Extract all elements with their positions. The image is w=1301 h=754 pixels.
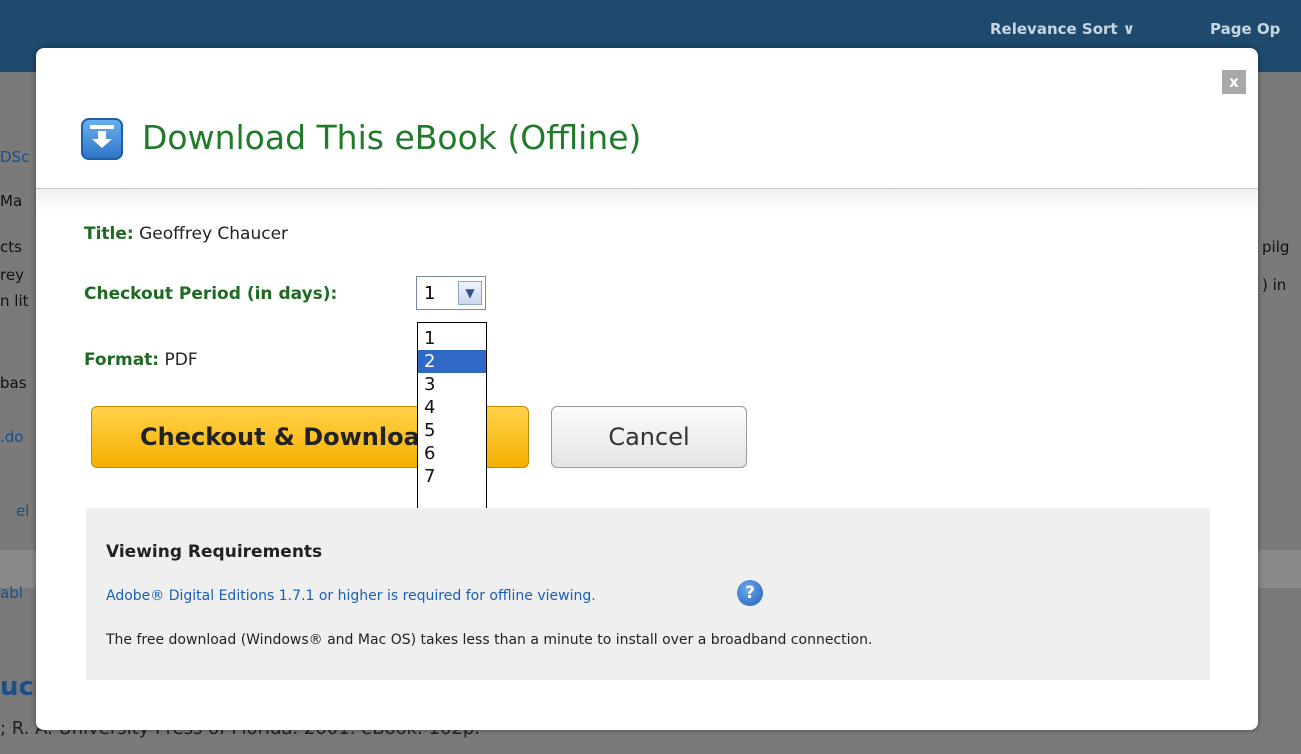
download-ebook-dialog: x Download This eBook (Offline) Title: G… bbox=[36, 48, 1258, 730]
download-icon bbox=[81, 118, 123, 160]
checkout-period-select[interactable]: 1 ▼ bbox=[416, 276, 486, 310]
format-value: PDF bbox=[164, 350, 198, 370]
viewing-requirements-heading: Viewing Requirements bbox=[106, 542, 323, 562]
close-button[interactable]: x bbox=[1222, 70, 1246, 94]
format-field: Format: PDF bbox=[84, 350, 198, 370]
cancel-button[interactable]: Cancel bbox=[551, 406, 747, 468]
background-fragment: uc bbox=[0, 672, 34, 702]
format-label: Format: bbox=[84, 350, 160, 370]
dialog-header: Download This eBook (Offline) bbox=[36, 108, 1258, 211]
dropdown-option[interactable]: 1 bbox=[418, 327, 486, 350]
title-value: Geoffrey Chaucer bbox=[139, 224, 289, 244]
relevance-sort-menu[interactable]: Relevance Sort ∨ bbox=[990, 20, 1135, 38]
dropdown-option[interactable]: 3 bbox=[418, 373, 486, 396]
background-fragment: ) in bbox=[1262, 276, 1287, 294]
viewing-requirements-panel: Viewing Requirements Adobe® Digital Edit… bbox=[86, 508, 1210, 680]
background-fragment: Ma bbox=[0, 192, 23, 210]
checkout-period-selected: 1 bbox=[424, 283, 436, 304]
background-fragment: bas bbox=[0, 374, 27, 392]
background-fragment: rey bbox=[0, 266, 24, 284]
install-note: The free download (Windows® and Mac OS) … bbox=[106, 632, 873, 648]
dropdown-option[interactable]: 7 bbox=[418, 465, 486, 488]
help-icon[interactable]: ? bbox=[737, 580, 763, 606]
page-options-menu[interactable]: Page Op bbox=[1210, 20, 1280, 38]
background-fragment: el bbox=[16, 502, 30, 520]
checkout-period-dropdown-list: 1 2 3 4 5 6 7 bbox=[417, 322, 487, 520]
checkout-period-label: Checkout Period (in days): bbox=[84, 284, 338, 304]
title-label: Title: bbox=[84, 224, 134, 244]
background-fragment: n lit bbox=[0, 292, 29, 310]
background-fragment: pilg bbox=[1262, 238, 1290, 256]
dropdown-option[interactable]: 5 bbox=[418, 419, 486, 442]
background-fragment: abl bbox=[0, 584, 23, 602]
adobe-digital-editions-link[interactable]: Adobe® Digital Editions 1.7.1 or higher … bbox=[106, 588, 596, 604]
background-fragment: cts bbox=[0, 238, 22, 256]
dialog-title: Download This eBook (Offline) bbox=[142, 118, 642, 157]
checkout-period-field: Checkout Period (in days): bbox=[84, 284, 337, 304]
dropdown-option[interactable]: 4 bbox=[418, 396, 486, 419]
dropdown-option[interactable]: 6 bbox=[418, 442, 486, 465]
dropdown-option-highlighted[interactable]: 2 bbox=[418, 350, 486, 373]
chevron-down-icon[interactable]: ▼ bbox=[458, 281, 482, 305]
background-fragment: .do bbox=[0, 428, 24, 446]
title-field: Title: Geoffrey Chaucer bbox=[84, 224, 288, 244]
background-fragment: DSc bbox=[0, 148, 30, 166]
